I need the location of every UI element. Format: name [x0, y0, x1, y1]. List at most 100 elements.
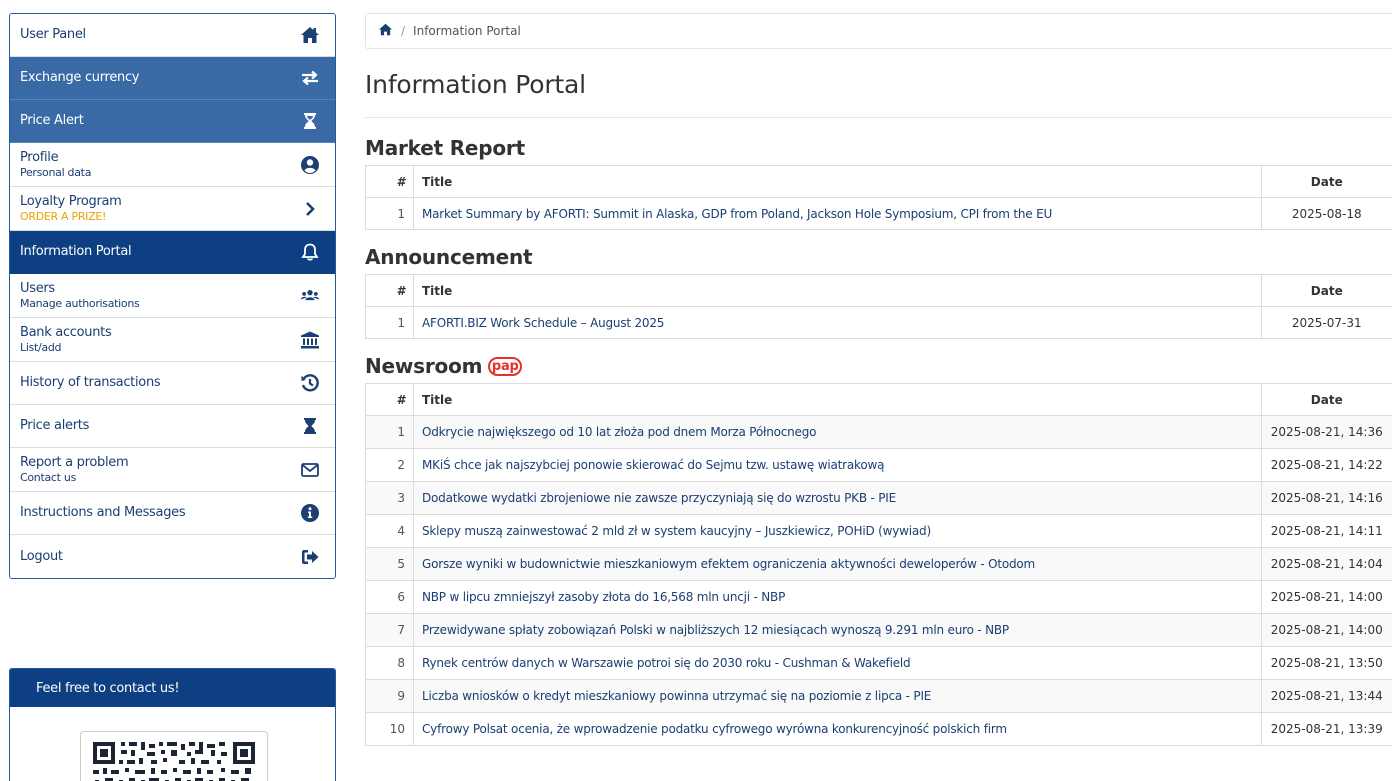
page-title: Information Portal	[365, 70, 1392, 118]
sidebar-menu: User Panel Exchange currency Price Alert…	[9, 13, 336, 579]
sidebar-item-report-a-problem[interactable]: Report a problem Contact us	[10, 448, 335, 492]
article-link[interactable]: Rynek centrów danych w Warszawie potroi …	[422, 656, 911, 670]
row-number: 6	[365, 580, 414, 614]
row-number: 1	[365, 197, 414, 230]
exchange-icon	[299, 67, 321, 89]
sidebar-item-loyalty-program[interactable]: Loyalty Program ORDER A PRIZE!	[10, 187, 335, 231]
sidebar-item-label: User Panel	[20, 27, 86, 42]
newsroom-table: # Title Date 1 Odkrycie największego od 1…	[365, 383, 1392, 746]
sidebar-item-instructions-and-messages[interactable]: Instructions and Messages	[10, 492, 335, 535]
qr-code-image	[91, 739, 257, 781]
info-circle-icon	[299, 502, 321, 524]
row-date: 2025-08-21, 14:00	[1260, 580, 1392, 614]
sidebar-item-price-alerts[interactable]: Price alerts	[10, 405, 335, 448]
article-link[interactable]: Market Summary by AFORTI: Summit in Alas…	[422, 207, 1052, 221]
article-link[interactable]: Cyfrowy Polsat ocenia, że wprowadzenie p…	[422, 722, 1007, 736]
breadcrumb: / Information Portal	[365, 13, 1392, 49]
sidebar-item-label: Exchange currency	[20, 70, 140, 85]
sidebar-item-exchange-currency[interactable]: Exchange currency	[10, 57, 335, 100]
sidebar-item-bank-accounts[interactable]: Bank accounts List/add	[10, 318, 335, 362]
section-title-market-report: Market Report	[365, 135, 1392, 161]
sidebar-item-users[interactable]: Users Manage authorisations	[10, 274, 335, 318]
column-header-date: Date	[1260, 383, 1392, 416]
sidebar-item-history-of-transactions[interactable]: History of transactions	[10, 362, 335, 405]
sidebar-item-sublabel: List/add	[20, 340, 62, 354]
user-circle-icon	[299, 154, 321, 176]
column-header-date: Date	[1260, 165, 1392, 198]
row-date: 2025-08-21, 14:36	[1260, 415, 1392, 449]
sidebar-item-label: Bank accounts	[20, 324, 112, 340]
breadcrumb-current: Information Portal	[413, 24, 521, 38]
sidebar-item-label: Price alerts	[20, 418, 90, 433]
sidebar-item-user-panel[interactable]: User Panel	[10, 14, 335, 57]
table-header-row: # Title Date	[365, 165, 1392, 198]
sidebar-item-profile[interactable]: Profile Personal data	[10, 143, 335, 187]
sidebar-item-label: Users	[20, 280, 55, 296]
sidebar-item-label: Profile	[20, 149, 59, 165]
column-header-number: #	[365, 383, 414, 416]
article-link[interactable]: Przewidywane spłaty zobowiązań Polski w …	[422, 623, 1009, 637]
table-header-row: # Title Date	[365, 383, 1392, 416]
row-date: 2025-07-31	[1260, 306, 1392, 339]
column-header-date: Date	[1260, 274, 1392, 307]
hourglass-icon	[299, 110, 321, 132]
row-number: 5	[365, 547, 414, 581]
table-row: 2 MKiŚ chce jak najszybciej ponowie skier…	[365, 448, 1392, 482]
sidebar-item-label: Report a problem	[20, 454, 129, 470]
sidebar-item-logout[interactable]: Logout	[10, 535, 335, 578]
table-header-row: # Title Date	[365, 274, 1392, 307]
breadcrumb-separator: /	[401, 24, 406, 38]
sidebar-item-label: Information Portal	[20, 244, 132, 259]
market-report-table: # Title Date 1 Market Summary by AFORTI:…	[365, 165, 1392, 230]
table-row: 8 Rynek centrów danych w Warszawie potroi…	[365, 646, 1392, 680]
table-row: 10 Cyfrowy Polsat ocenia, że wprowadzenie…	[365, 712, 1392, 746]
table-row: 1 Market Summary by AFORTI: Summit in Al…	[365, 197, 1392, 230]
article-link[interactable]: Liczba wniosków o kredyt mieszkaniowy po…	[422, 689, 931, 703]
chevron-right-icon	[299, 198, 321, 220]
sidebar-item-label: Instructions and Messages	[20, 505, 186, 520]
sidebar-item-price-alert[interactable]: Price Alert	[10, 100, 335, 143]
sidebar-item-label: Loyalty Program	[20, 193, 122, 209]
column-header-title: Title	[413, 383, 1261, 416]
sidebar-item-sublabel: Personal data	[20, 165, 92, 179]
article-link[interactable]: Dodatkowe wydatki zbrojeniowe nie zawsze…	[422, 491, 896, 505]
row-number: 4	[365, 514, 414, 548]
users-icon	[299, 285, 321, 307]
home-icon[interactable]	[378, 23, 401, 39]
envelope-icon	[299, 459, 321, 481]
home-icon	[299, 24, 321, 46]
table-row: 3 Dodatkowe wydatki zbrojeniowe nie zawsz…	[365, 481, 1392, 515]
row-number: 1	[365, 306, 414, 339]
table-row: 1 Odkrycie największego od 10 lat złoża p…	[365, 415, 1392, 449]
sidebar-item-sublabel: ORDER A PRIZE!	[20, 209, 107, 223]
pap-logo: pap	[488, 356, 523, 376]
row-date: 2025-08-21, 14:16	[1260, 481, 1392, 515]
article-link[interactable]: AFORTI.BIZ Work Schedule – August 2025	[422, 316, 664, 330]
row-number: 8	[365, 646, 414, 680]
article-link[interactable]: Sklepy muszą zainwestować 2 mld zł w sys…	[422, 524, 931, 538]
article-link[interactable]: NBP w lipcu zmniejszył zasoby złota do 1…	[422, 590, 785, 604]
table-row: 1 AFORTI.BIZ Work Schedule – August 2025…	[365, 306, 1392, 339]
qr-code	[80, 731, 268, 781]
bell-icon	[299, 241, 321, 263]
article-link[interactable]: Gorsze wyniki w budownictwie mieszkaniow…	[422, 557, 1035, 571]
row-number: 1	[365, 415, 414, 449]
sidebar-item-label: Logout	[20, 548, 63, 564]
article-link[interactable]: Odkrycie największego od 10 lat złoża po…	[422, 425, 816, 439]
table-row: 9 Liczba wniosków o kredyt mieszkaniowy p…	[365, 679, 1392, 713]
table-row: 7 Przewidywane spłaty zobowiązań Polski w…	[365, 613, 1392, 647]
table-row: 5 Gorsze wyniki w budownictwie mieszkanio…	[365, 547, 1392, 581]
sidebar-item-label: Price Alert	[20, 113, 84, 128]
contact-panel: Feel free to contact us!	[9, 668, 336, 781]
column-header-title: Title	[413, 165, 1261, 198]
column-header-number: #	[365, 165, 414, 198]
sign-out-icon	[299, 546, 321, 568]
contact-heading: Feel free to contact us!	[10, 669, 335, 707]
row-number: 3	[365, 481, 414, 515]
column-header-number: #	[365, 274, 414, 307]
sidebar-item-information-portal[interactable]: Information Portal	[10, 231, 335, 274]
announcement-table: # Title Date 1 AFORTI.BIZ Work Schedule …	[365, 274, 1392, 339]
article-link[interactable]: MKiŚ chce jak najszybciej ponowie skiero…	[422, 458, 884, 472]
row-date: 2025-08-21, 13:39	[1260, 712, 1392, 746]
row-number: 2	[365, 448, 414, 482]
